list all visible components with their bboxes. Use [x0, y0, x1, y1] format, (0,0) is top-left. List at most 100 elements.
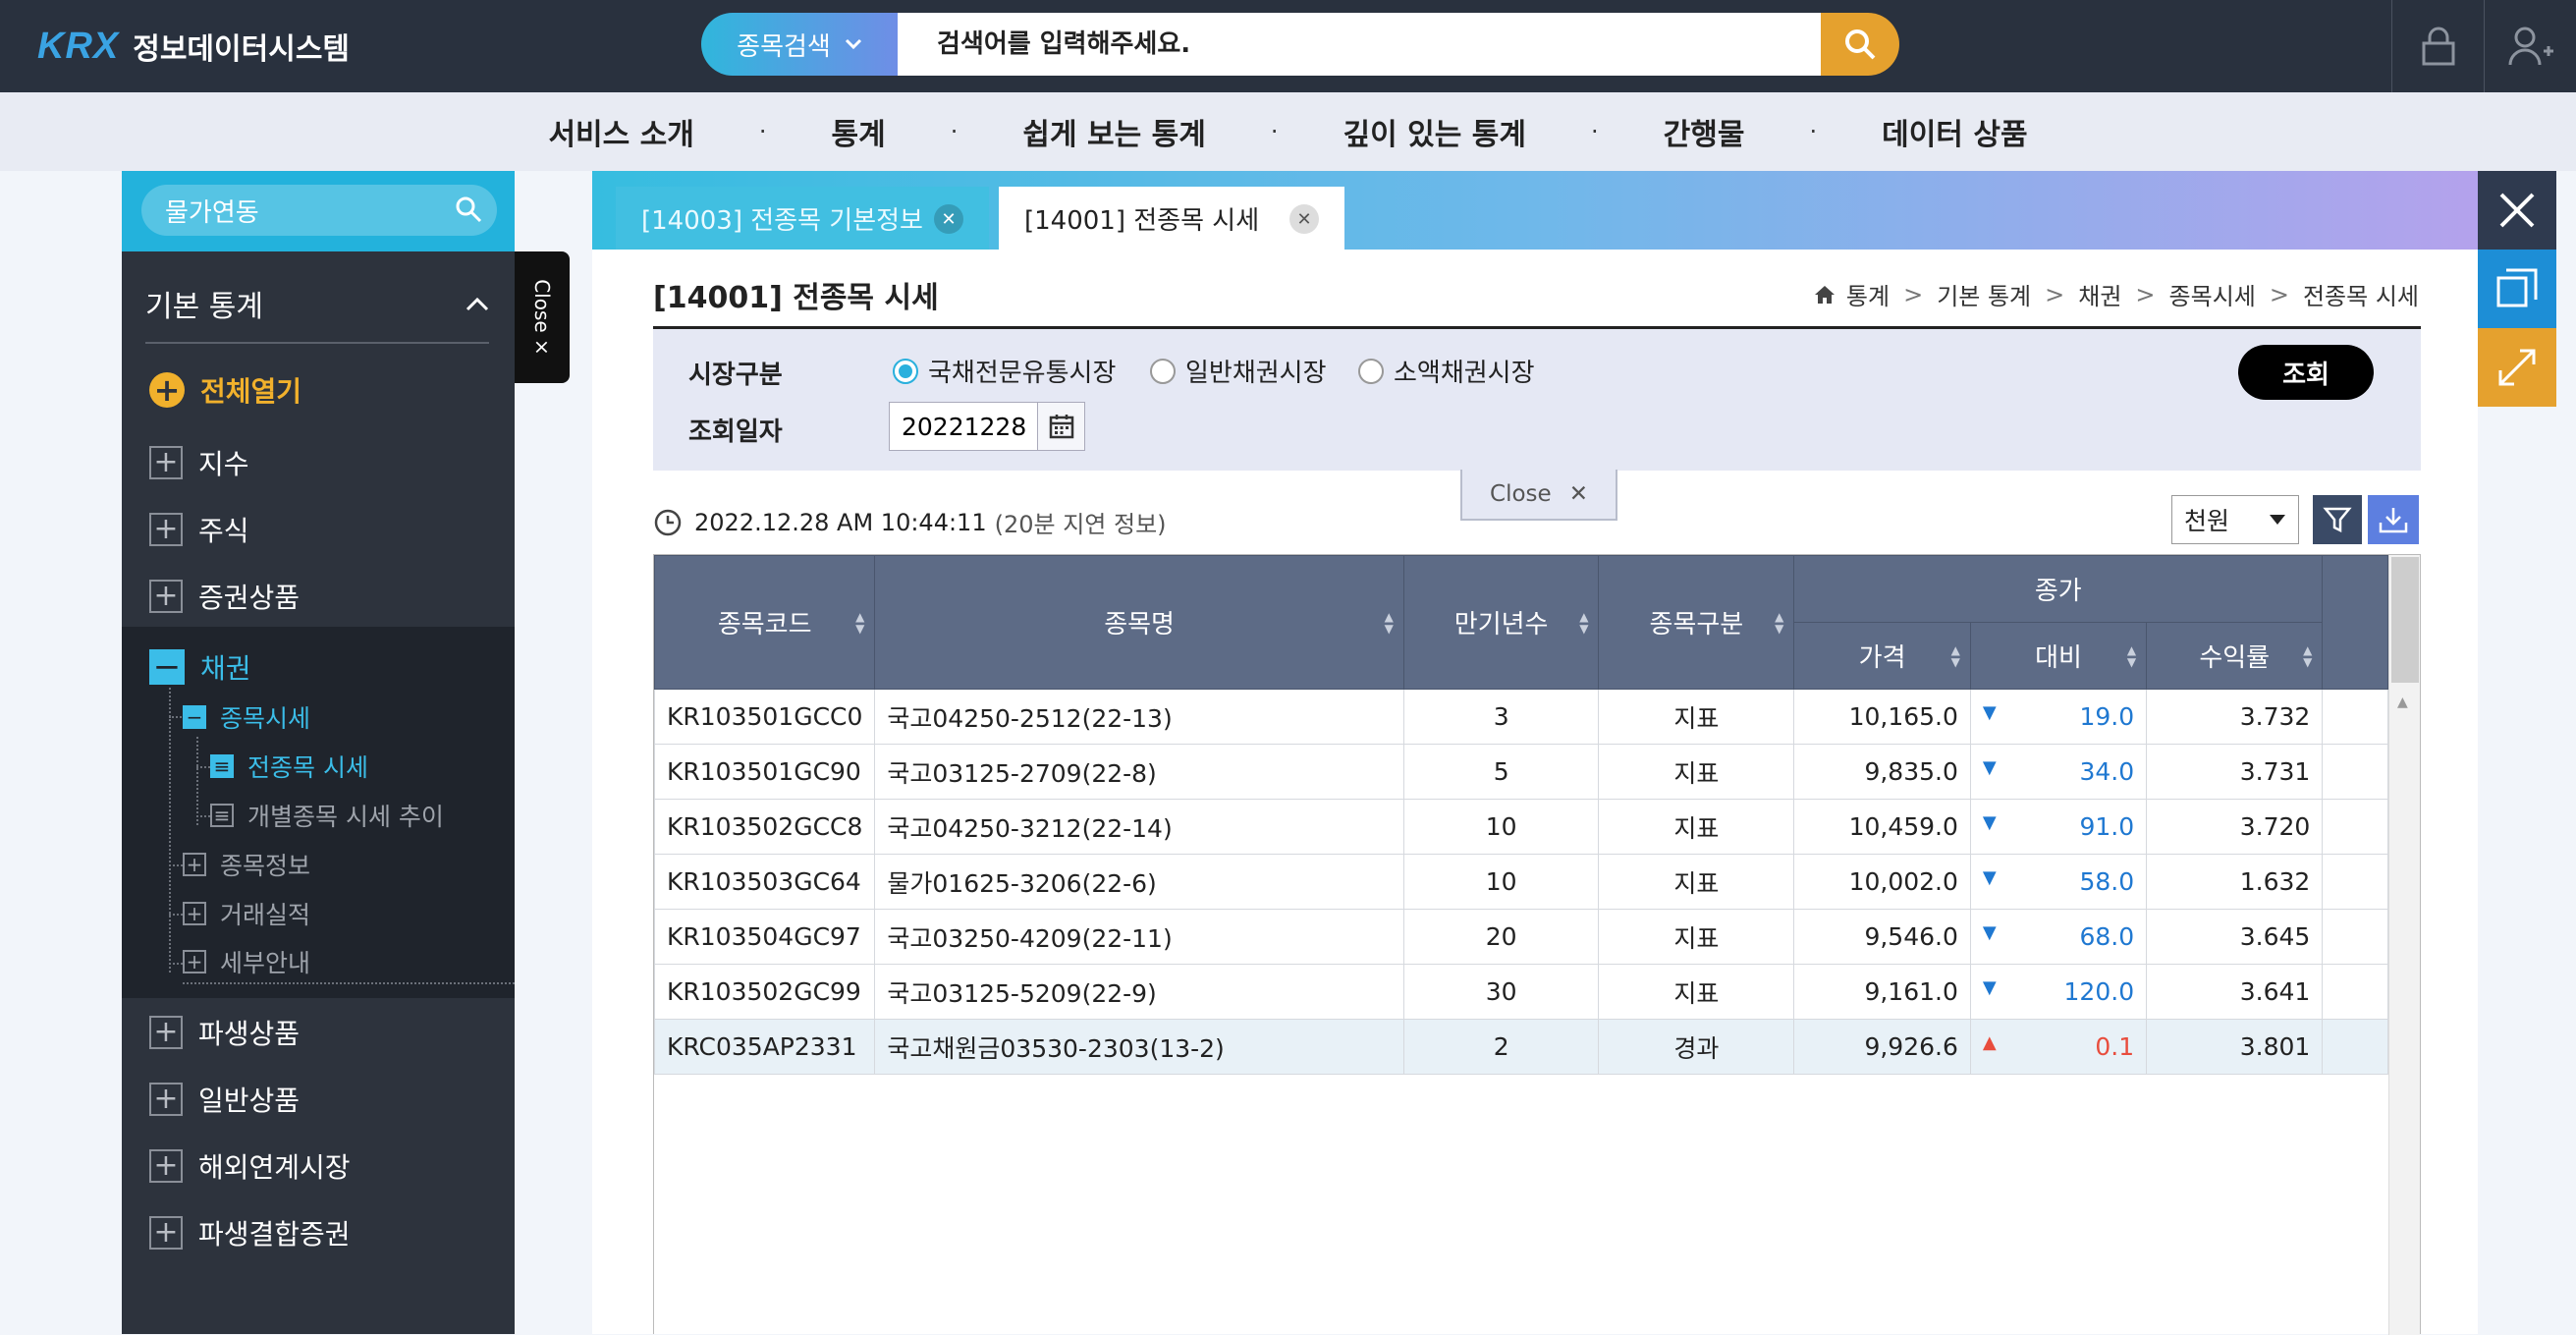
cell-blank: [2322, 799, 2388, 855]
close-icon[interactable]: ✕: [934, 204, 963, 234]
sidebar-item-index[interactable]: + 지수: [149, 438, 249, 487]
radio-small-bond-market[interactable]: 소액채권시장: [1358, 353, 1535, 389]
query-button[interactable]: 조회: [2238, 345, 2374, 400]
sort-icon[interactable]: ▲ ▼: [855, 611, 864, 635]
breadcrumb-item[interactable]: 전종목 시세: [2303, 277, 2419, 311]
calendar-icon: [1049, 415, 1073, 439]
col-header-maturity[interactable]: 만기년수 ▲ ▼: [1402, 555, 1600, 690]
plus-icon: +: [149, 1016, 183, 1049]
triangle-down-icon: ▼: [1982, 867, 1997, 888]
close-panel-button[interactable]: [2478, 171, 2556, 250]
calendar-button[interactable]: [1037, 403, 1084, 450]
radio-general-bond-market[interactable]: 일반채권시장: [1150, 353, 1327, 389]
sub-item-details[interactable]: + 세부안내: [183, 941, 515, 984]
global-search: 종목검색: [701, 13, 1899, 76]
breadcrumb-item[interactable]: 통계: [1846, 277, 1890, 311]
sub-item-label: 종목시세: [220, 704, 311, 733]
expand-all-button[interactable]: + 전체열기: [149, 365, 301, 415]
add-user-button[interactable]: [2484, 0, 2576, 92]
search-input[interactable]: [898, 13, 1821, 76]
menu-data-products[interactable]: 데이터 상품: [1882, 110, 2027, 153]
sidebar-section-header[interactable]: 기본 통계: [145, 265, 489, 344]
sidebar-close-tab[interactable]: Close ×: [515, 251, 570, 383]
breadcrumb-item[interactable]: 종목시세: [2169, 277, 2256, 311]
menu-service-intro[interactable]: 서비스 소개: [548, 110, 693, 153]
date-input[interactable]: [890, 403, 1037, 450]
sidebar-item-derivative-linked[interactable]: + 파생결합증권: [149, 1208, 351, 1257]
sub-item-trading-results[interactable]: + 거래실적: [183, 892, 310, 935]
cell-type: 경과: [1598, 1019, 1795, 1075]
col-header-code[interactable]: 종목코드 ▲ ▼: [653, 555, 876, 690]
copy-window-button[interactable]: [2478, 250, 2556, 328]
krx-logo[interactable]: KRX 정보데이터시스템: [37, 22, 350, 71]
menu-deep-statistics[interactable]: 깊이 있는 통계: [1343, 110, 1527, 153]
sub-item-price-trend[interactable]: ≡ 개별종목 시세 추이: [210, 794, 444, 837]
table-row[interactable]: KR103503GC64 물가01625-3206(22-6) 10 지표 10,002…: [653, 854, 2388, 910]
vertical-scrollbar[interactable]: ▲: [2388, 555, 2420, 1335]
cell-maturity: 10: [1402, 854, 1600, 910]
sidebar-item-overseas-market[interactable]: + 해외연계시장: [149, 1141, 351, 1191]
lock-button[interactable]: [2391, 0, 2484, 92]
tree-line: [196, 815, 210, 817]
sidebar-item-stock[interactable]: + 주식: [149, 505, 249, 554]
col-header-type[interactable]: 종목구분 ▲ ▼: [1598, 555, 1795, 690]
sidebar-item-derivatives[interactable]: + 파생상품: [149, 1008, 300, 1057]
sidebar-search-input[interactable]: [165, 185, 450, 236]
sidebar-item-securities-products[interactable]: + 증권상품: [149, 572, 300, 621]
table-row[interactable]: KR103502GC99 국고03125-5209(22-9) 30 지표 9,161.…: [653, 964, 2388, 1020]
caret-down-icon: [2270, 515, 2285, 525]
sort-icon[interactable]: ▲ ▼: [1385, 611, 1394, 635]
triangle-up-icon: ▲: [1982, 1032, 1997, 1053]
menu-easy-statistics[interactable]: 쉽게 보는 통계: [1022, 110, 1206, 153]
menu-statistics[interactable]: 통계: [832, 110, 886, 153]
col-header-yield[interactable]: 수익률 ▲ ▼: [2146, 622, 2324, 690]
tab-14003[interactable]: [14003] 전종목 기본정보 ✕: [616, 187, 989, 250]
download-button[interactable]: [2368, 495, 2419, 544]
plus-icon: +: [149, 1216, 183, 1250]
menu-publications[interactable]: 간행물: [1664, 110, 1745, 153]
sort-icon[interactable]: ▲ ▼: [1579, 611, 1588, 635]
filter-close-button[interactable]: Close ✕: [1460, 470, 1617, 521]
filter-button[interactable]: [2313, 495, 2362, 544]
scrollbar-thumb[interactable]: [2391, 557, 2419, 683]
scroll-up-icon[interactable]: ▲: [2397, 695, 2408, 710]
table-row[interactable]: KRC035AP2331 국고채원금03530-2303(13-2) 2 경과 9,92…: [653, 1019, 2388, 1075]
unit-select[interactable]: 천원: [2171, 495, 2299, 544]
plus-circle-icon: +: [149, 371, 185, 409]
close-icon: ✕: [1568, 481, 1588, 507]
table-row[interactable]: KR103501GC90 국고03125-2709(22-8) 5 지표 9,835.0…: [653, 744, 2388, 800]
close-icon[interactable]: ✕: [1289, 204, 1319, 234]
sub-item-issue-info[interactable]: + 종목정보: [183, 843, 310, 886]
tab-14001[interactable]: [14001] 전종목 시세 ✕: [999, 187, 1344, 250]
search-type-label: 종목검색: [737, 31, 831, 62]
filter-panel: 시장구분 국채전문유통시장 일반채권시장 소액채권시장 조회일자 조회: [653, 329, 2421, 471]
sort-icon[interactable]: ▲ ▼: [1951, 644, 1960, 668]
cell-blank: [2322, 744, 2388, 800]
sort-icon[interactable]: ▲ ▼: [2127, 644, 2136, 668]
plus-icon: +: [149, 1149, 183, 1183]
sidebar-item-general-products[interactable]: + 일반상품: [149, 1075, 300, 1124]
breadcrumb-item[interactable]: 기본 통계: [1937, 277, 2031, 311]
table-row[interactable]: KR103501GCC0 국고04250-2512(22-13) 3 지표 10,165…: [653, 689, 2388, 745]
sort-icon[interactable]: ▲ ▼: [2303, 644, 2312, 668]
menu-separator: ·: [950, 118, 959, 145]
sub-item-price[interactable]: − 종목시세: [183, 695, 310, 739]
sub-item-all-prices[interactable]: ≡ 전종목 시세: [210, 745, 368, 788]
table-row[interactable]: KR103504GC97 국고03250-4209(22-11) 20 지표 9,546…: [653, 909, 2388, 965]
home-icon[interactable]: [1813, 284, 1836, 306]
search-icon[interactable]: [454, 195, 483, 224]
radio-label: 국채전문유통시장: [928, 359, 1117, 388]
sidebar-item-bond[interactable]: − 채권: [149, 642, 251, 692]
col-header-name[interactable]: 종목명 ▲ ▼: [874, 555, 1404, 690]
breadcrumb-item[interactable]: 채권: [2078, 277, 2121, 311]
search-button[interactable]: [1821, 13, 1899, 76]
sort-icon[interactable]: ▲ ▼: [1775, 611, 1783, 635]
expand-button[interactable]: [2478, 328, 2556, 407]
search-type-dropdown[interactable]: 종목검색: [701, 13, 898, 76]
col-header-change[interactable]: 대비 ▲ ▼: [1969, 622, 2148, 690]
copy-icon: [2496, 268, 2538, 307]
chevron-up-icon[interactable]: [466, 296, 489, 311]
col-header-price[interactable]: 가격 ▲ ▼: [1793, 622, 1971, 690]
radio-ktb-market[interactable]: 국채전문유통시장: [893, 353, 1116, 389]
table-row[interactable]: KR103502GCC8 국고04250-3212(22-14) 10 지표 10,45…: [653, 799, 2388, 855]
